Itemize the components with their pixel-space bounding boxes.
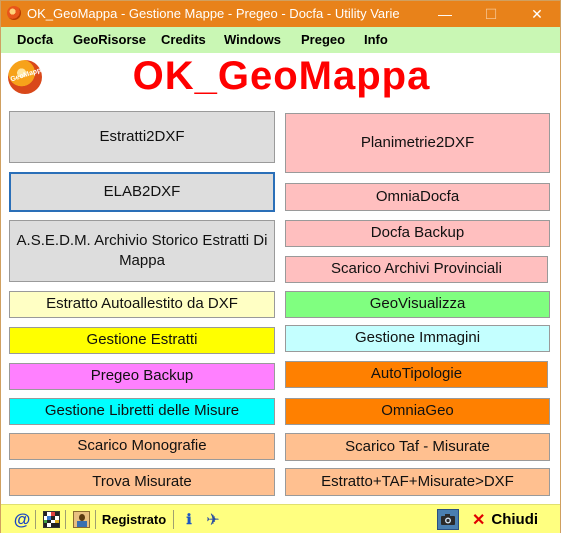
info-icon[interactable]: ℹ (179, 509, 199, 530)
menu-docfa[interactable]: Docfa (17, 27, 53, 53)
scarico-monografie-button[interactable]: Scarico Monografie (9, 433, 275, 460)
divider (95, 510, 96, 529)
scarico-taf-misurate-button[interactable]: Scarico Taf - Misurate (285, 433, 550, 461)
menu-georisorse[interactable]: GeoRisorse (73, 27, 146, 53)
pregeo-backup-button[interactable]: Pregeo Backup (9, 363, 275, 390)
gestione-libretti-button[interactable]: Gestione Libretti delle Misure (9, 398, 275, 425)
qr-code-icon[interactable] (41, 509, 61, 530)
registrato-label[interactable]: Registrato (101, 509, 167, 530)
close-icon: ✕ (471, 511, 486, 529)
estratto-autoallestito-button[interactable]: Estratto Autoallestito da DXF (9, 291, 275, 318)
gestione-immagini-button[interactable]: Gestione Immagini (285, 325, 550, 352)
estratto-taf-misurate-dxf-button[interactable]: Estratto+TAF+Misurate>DXF (285, 468, 550, 496)
chiudi-button[interactable]: ✕ Chiudi (465, 509, 545, 530)
divider (65, 510, 66, 529)
trova-misurate-button[interactable]: Trova Misurate (9, 468, 275, 496)
omniadocfa-button[interactable]: OmniaDocfa (285, 183, 550, 211)
elab2dxf-button[interactable]: ELAB2DXF (9, 172, 275, 212)
menu-credits[interactable]: Credits (161, 27, 206, 53)
divider (173, 510, 174, 529)
email-at-icon[interactable]: @ (13, 509, 31, 530)
chiudi-label: Chiudi (491, 511, 539, 528)
title-bar[interactable]: OK_GeoMappa - Gestione Mappe - Pregeo - … (1, 1, 560, 27)
maximize-button[interactable]: ☐ (468, 1, 514, 27)
planimetrie2dxf-button[interactable]: Planimetrie2DXF (285, 113, 550, 173)
autotipologie-button[interactable]: AutoTipologie (285, 361, 548, 388)
status-bar: @ Registrato ℹ ✈ ✕ Chiudi (1, 504, 560, 533)
menu-info[interactable]: Info (364, 27, 388, 53)
divider (35, 510, 36, 529)
minimize-button[interactable]: — (422, 1, 468, 27)
app-icon (7, 6, 21, 20)
camera-icon[interactable] (437, 509, 459, 530)
gestione-estratti-button[interactable]: Gestione Estratti (9, 327, 275, 354)
user-avatar-icon[interactable] (71, 509, 91, 530)
asedm-archivio-button[interactable]: A.S.E.D.M. Archivio Storico Estratti Di … (9, 220, 275, 282)
main-window: OK_GeoMappa - Gestione Mappe - Pregeo - … (0, 0, 561, 533)
geovisualizza-button[interactable]: GeoVisualizza (285, 291, 550, 318)
menu-bar: Docfa GeoRisorse Credits Windows Pregeo … (1, 27, 560, 53)
scarico-archivi-provinciali-button[interactable]: Scarico Archivi Provinciali (285, 256, 548, 283)
telegram-icon[interactable]: ✈ (203, 509, 223, 530)
docfa-backup-button[interactable]: Docfa Backup (285, 220, 550, 247)
menu-pregeo[interactable]: Pregeo (301, 27, 345, 53)
window-title: OK_GeoMappa - Gestione Mappe - Pregeo - … (27, 6, 400, 21)
estratti2dxf-button[interactable]: Estratti2DXF (9, 111, 275, 163)
menu-windows[interactable]: Windows (224, 27, 281, 53)
close-window-button[interactable]: ✕ (514, 1, 560, 27)
app-title: OK_GeoMappa (132, 54, 431, 98)
omniageo-button[interactable]: OmniaGeo (285, 398, 550, 425)
